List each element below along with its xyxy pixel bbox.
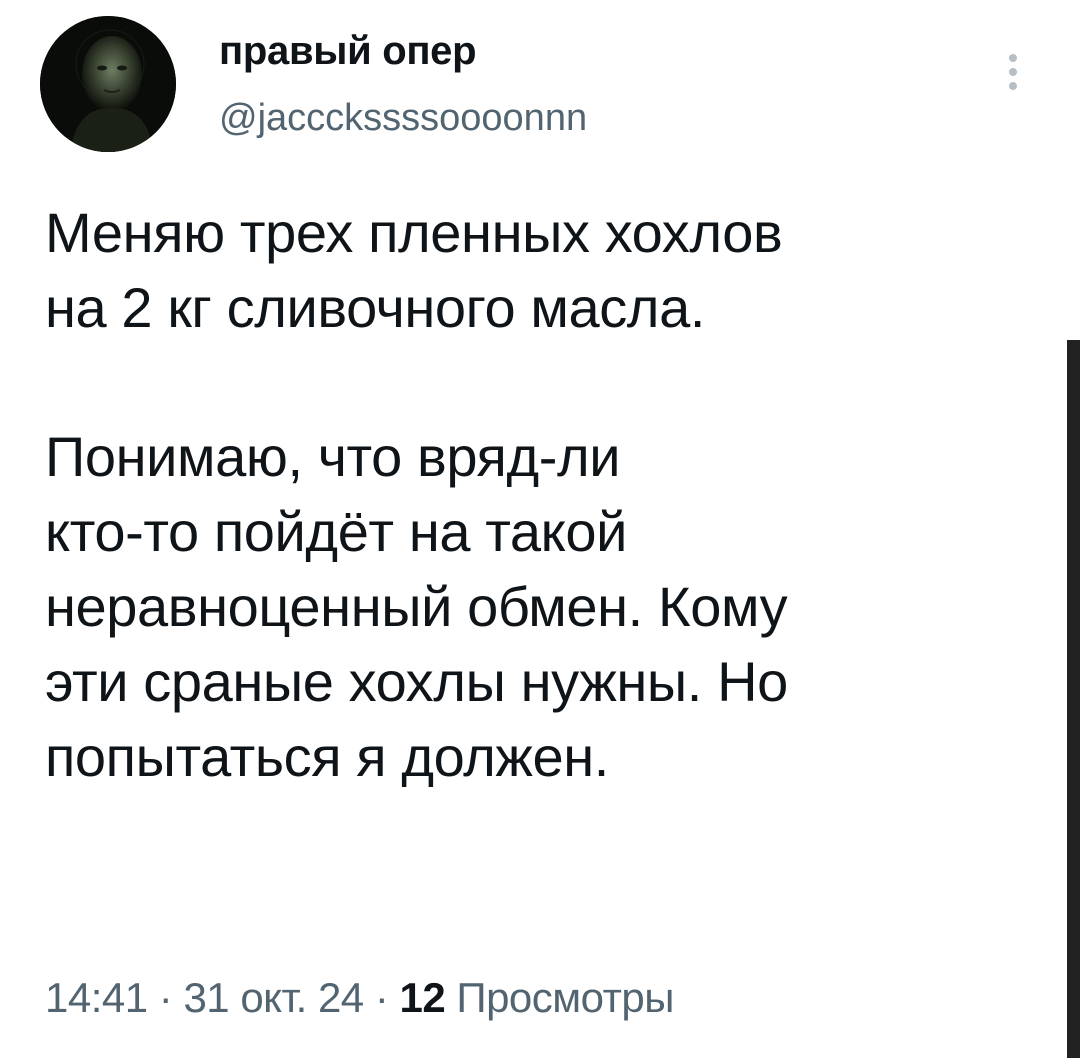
tweet: правый опер @jaccckssssoooonnn Меняю тре… [0, 0, 1080, 1058]
tweet-line: Понимаю, что вряд-ли [45, 425, 621, 488]
more-options-button[interactable] [998, 44, 1028, 100]
tweet-line: попытаться я должен. [45, 725, 609, 788]
tweet-line: Меняю трех пленных хохлов [45, 201, 783, 264]
user-handle[interactable]: @jaccckssssoooonnn [219, 95, 587, 141]
tweet-text: Меняю трех пленных хохлов на 2 кг сливоч… [45, 195, 1035, 794]
tweet-time[interactable]: 14:41 [45, 974, 148, 1021]
more-vertical-icon [1009, 82, 1017, 90]
avatar[interactable] [40, 16, 176, 152]
scrollbar[interactable] [1067, 340, 1080, 1058]
views-label[interactable]: Просмотры [445, 974, 674, 1021]
tweet-meta: 14:41 · 31 окт. 24 · 12 Просмотры [45, 970, 674, 1026]
views-count[interactable]: 12 [400, 974, 446, 1021]
paragraph-break [45, 345, 1035, 419]
avatar-image [40, 16, 176, 152]
display-name[interactable]: правый опер [219, 27, 477, 75]
tweet-line: неравноценный обмен. Кому [45, 575, 788, 638]
tweet-line: эти сраные хохлы нужны. Но [45, 650, 788, 713]
meta-separator: · [363, 974, 400, 1021]
tweet-line: кто-то пойдёт на такой [45, 500, 627, 563]
tweet-date[interactable]: 31 окт. 24 [183, 974, 364, 1021]
more-vertical-icon [1009, 54, 1017, 62]
meta-separator: · [147, 974, 184, 1021]
tweet-line: на 2 кг сливочного масла. [45, 276, 705, 339]
more-vertical-icon [1009, 68, 1017, 76]
